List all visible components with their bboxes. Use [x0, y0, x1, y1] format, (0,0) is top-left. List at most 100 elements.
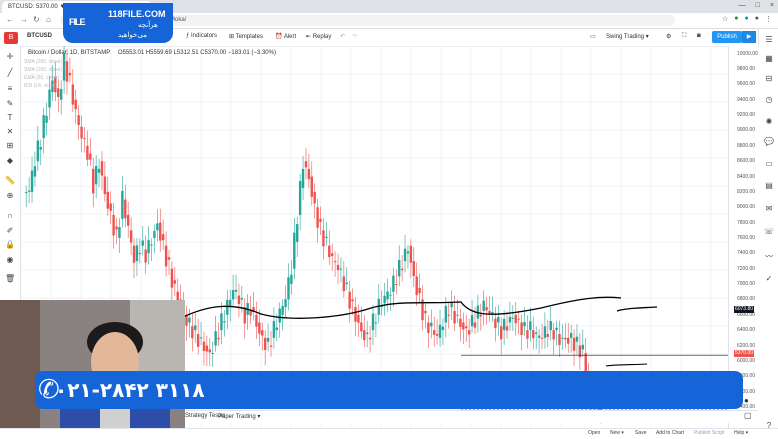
candle	[94, 165, 98, 185]
candle	[281, 305, 284, 315]
legend-ohlc: O5553.01 H5559.69 L5312.51 C5370.00 −183…	[117, 50, 276, 56]
candle	[263, 337, 267, 350]
publish-button[interactable]: Publish	[712, 31, 742, 43]
collapse-icon[interactable]: ▢	[744, 411, 752, 420]
candle	[45, 115, 48, 123]
open-button[interactable]: Open	[588, 430, 600, 436]
ruler-icon[interactable]: 📏	[5, 176, 15, 185]
watchlist-icon[interactable]: ☰	[764, 35, 774, 44]
candle	[371, 313, 375, 331]
price-tick: 8000.00	[737, 204, 756, 211]
reload-icon[interactable]: ↻	[33, 15, 40, 24]
templates-button[interactable]: ⊞ Templates	[229, 33, 263, 40]
pattern-icon[interactable]: ✕	[5, 127, 15, 136]
undo-icon[interactable]: ↶	[340, 33, 345, 40]
candle	[406, 251, 410, 254]
menu-icon[interactable]: ⋮	[765, 15, 772, 23]
indicators-button[interactable]: ƒ Indicators	[186, 33, 217, 39]
candle	[159, 222, 162, 241]
zoom-icon[interactable]: ⊕	[5, 191, 15, 200]
candle	[400, 268, 404, 271]
extension-icon[interactable]: ●	[755, 15, 759, 23]
candle	[354, 307, 357, 322]
candle	[27, 190, 31, 192]
candle	[517, 318, 520, 320]
maximize-button[interactable]: □	[756, 0, 760, 12]
candle	[514, 314, 517, 324]
publish-arrow-icon[interactable]: ▶	[742, 31, 756, 43]
fullscreen-icon[interactable]: ⛶	[682, 33, 686, 40]
layout-icon[interactable]: ▭	[590, 33, 596, 40]
indicator-label[interactable]: SMA (100, close) ~	[24, 67, 66, 73]
close-window-button[interactable]: ×	[770, 0, 774, 12]
replay-button[interactable]: ⇤ Replay	[306, 33, 331, 40]
magnet-icon[interactable]: ∩	[5, 211, 15, 220]
add-to-chart-button[interactable]: Add to Chart	[656, 430, 684, 436]
indicator-label[interactable]: RSI (14, close) ~	[24, 83, 61, 89]
candle	[121, 190, 124, 219]
data-window-icon[interactable]: ⊟	[764, 74, 774, 83]
candle	[214, 331, 217, 346]
ticker-icon[interactable]: 〰	[764, 251, 774, 262]
streams-icon[interactable]: ▤	[764, 181, 774, 190]
bulb-icon[interactable]: ✺	[764, 117, 774, 126]
candle	[470, 315, 474, 327]
candle	[523, 321, 526, 327]
forward-icon[interactable]: →	[20, 15, 28, 24]
alert-button[interactable]: ⏰ Alert	[275, 33, 296, 40]
candle	[118, 227, 121, 238]
camera-icon[interactable]: ◙	[697, 33, 701, 39]
candle	[161, 234, 165, 241]
candle	[129, 230, 133, 243]
settings-icon[interactable]: ⚙	[666, 33, 671, 40]
minimize-button[interactable]: —	[739, 0, 746, 12]
arrow-icon[interactable]: ◆	[5, 156, 15, 165]
back-icon[interactable]: ←	[6, 15, 14, 24]
help-menu[interactable]: Help ▾	[734, 430, 748, 436]
candle	[479, 314, 483, 317]
new-button[interactable]: New ▾	[610, 430, 624, 436]
save-button[interactable]: Save	[635, 430, 646, 436]
calendar-icon[interactable]: ▦	[764, 54, 774, 63]
lock-icon[interactable]: 🔒	[5, 240, 15, 249]
fib-icon[interactable]: ≡	[5, 84, 15, 93]
layout-selector[interactable]: Swing Trading ▾	[606, 33, 649, 40]
paper-trading-tab[interactable]: Paper Trading ▾	[218, 413, 260, 420]
trend-line-icon[interactable]: ╱	[5, 68, 15, 77]
candle	[293, 232, 296, 269]
home-icon[interactable]: ⌂	[46, 15, 51, 24]
indicator-label[interactable]: SMA (200, close) ~	[24, 59, 66, 65]
indicator-label[interactable]: EMA (50, close) ~	[24, 75, 64, 81]
candle	[467, 330, 471, 335]
chat-icon[interactable]: 💬	[764, 137, 774, 146]
draw-mode-icon[interactable]: ✐	[5, 226, 15, 235]
candle	[290, 274, 293, 285]
publish-script-button[interactable]: Publish Script	[694, 430, 725, 436]
candle	[500, 326, 503, 340]
candle	[226, 299, 229, 315]
settings-dot-icon[interactable]: ●	[744, 396, 749, 405]
candle	[57, 88, 60, 98]
candle	[147, 240, 150, 254]
clock-icon[interactable]: ◷	[764, 95, 774, 104]
redo-icon[interactable]: ↷	[352, 33, 357, 40]
replay-icon: ⇤	[306, 34, 313, 40]
symbol-search[interactable]: BTCUSD	[27, 33, 52, 39]
eye-icon[interactable]: ◉	[5, 255, 15, 264]
candle	[170, 268, 174, 288]
ideas-icon[interactable]: ✉	[764, 204, 774, 213]
brush-icon[interactable]: ✎	[5, 99, 15, 108]
hotlist-icon[interactable]: ✓	[764, 274, 774, 283]
trash-icon[interactable]: 🗑	[5, 274, 15, 283]
star-icon[interactable]: ☆	[722, 15, 728, 23]
candle	[301, 168, 305, 189]
prediction-icon[interactable]: ⊞	[5, 141, 15, 150]
chat-rooms-icon[interactable]: ▭	[764, 159, 774, 168]
crosshair-icon[interactable]: ✛	[5, 52, 15, 61]
symbol-badge[interactable]: B	[4, 32, 18, 44]
candle	[258, 322, 261, 334]
alert-icon[interactable]: ☏	[764, 227, 774, 236]
extension-icon[interactable]: ●	[734, 15, 738, 23]
extension-icon[interactable]: ●	[745, 15, 749, 23]
text-icon[interactable]: T	[5, 113, 15, 122]
